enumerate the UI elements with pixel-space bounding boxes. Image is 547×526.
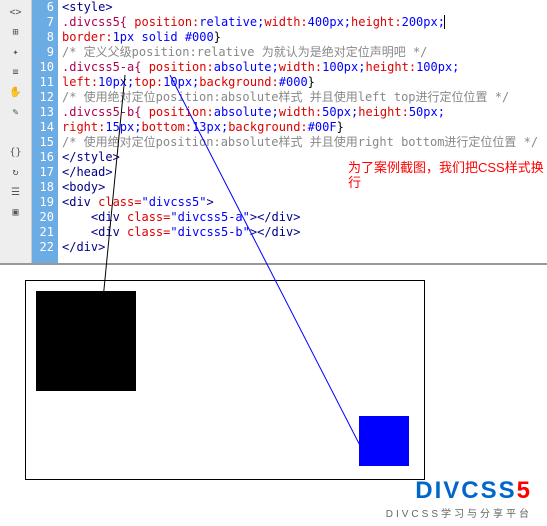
toolbar-left: <> ⊞ ✦ ≡ ✋ ✎ {} ↻ ☰ ▣ (0, 0, 32, 263)
line-num: 22 (32, 240, 54, 255)
line-gutter: 6 7 8 9 10 11 12 13 14 15 16 17 18 19 20… (32, 0, 58, 263)
line-num: 13 (32, 105, 54, 120)
line-num: 6 (32, 0, 54, 15)
line-num: 8 (32, 30, 54, 45)
tool-hand-icon[interactable]: ✋ (2, 83, 30, 101)
tool-img-icon[interactable]: ▣ (2, 203, 30, 221)
line-num: 12 (32, 90, 54, 105)
tool-tag-icon[interactable]: <> (2, 3, 30, 21)
annotation-text: 为了案例截图，我们把CSS样式换行 (348, 160, 547, 190)
line-num: 17 (32, 165, 54, 180)
tool-tree-icon[interactable]: ⊞ (2, 23, 30, 41)
logo: DIVCSS5 DIVCSS学习与分享平台 (386, 477, 532, 520)
demo-container (25, 280, 425, 480)
line-num: 18 (32, 180, 54, 195)
line-num: 16 (32, 150, 54, 165)
line-num: 7 (32, 15, 54, 30)
tool-star-icon[interactable]: ✦ (2, 43, 30, 61)
line-num: 11 (32, 75, 54, 90)
code-editor: <> ⊞ ✦ ≡ ✋ ✎ {} ↻ ☰ ▣ 6 7 8 9 10 11 12 1… (0, 0, 547, 265)
tool-pencil-icon[interactable]: ✎ (2, 103, 30, 121)
tool-list-icon[interactable]: ☰ (2, 183, 30, 201)
line-num: 15 (32, 135, 54, 150)
demo-box-b (359, 416, 409, 466)
line-num: 10 (32, 60, 54, 75)
code-area[interactable]: <style> .divcss5{ position:relative;widt… (58, 0, 547, 263)
line-num: 14 (32, 120, 54, 135)
line-num: 21 (32, 225, 54, 240)
line-num: 9 (32, 45, 54, 60)
line-num: 20 (32, 210, 54, 225)
line-num: 19 (32, 195, 54, 210)
tool-bracket-icon[interactable]: {} (2, 143, 30, 161)
demo-box-a (36, 291, 136, 391)
tool-attr-icon[interactable]: ≡ (2, 63, 30, 81)
tool-refresh-icon[interactable]: ↻ (2, 163, 30, 181)
preview-pane: DIVCSS5 DIVCSS学习与分享平台 (0, 265, 547, 525)
